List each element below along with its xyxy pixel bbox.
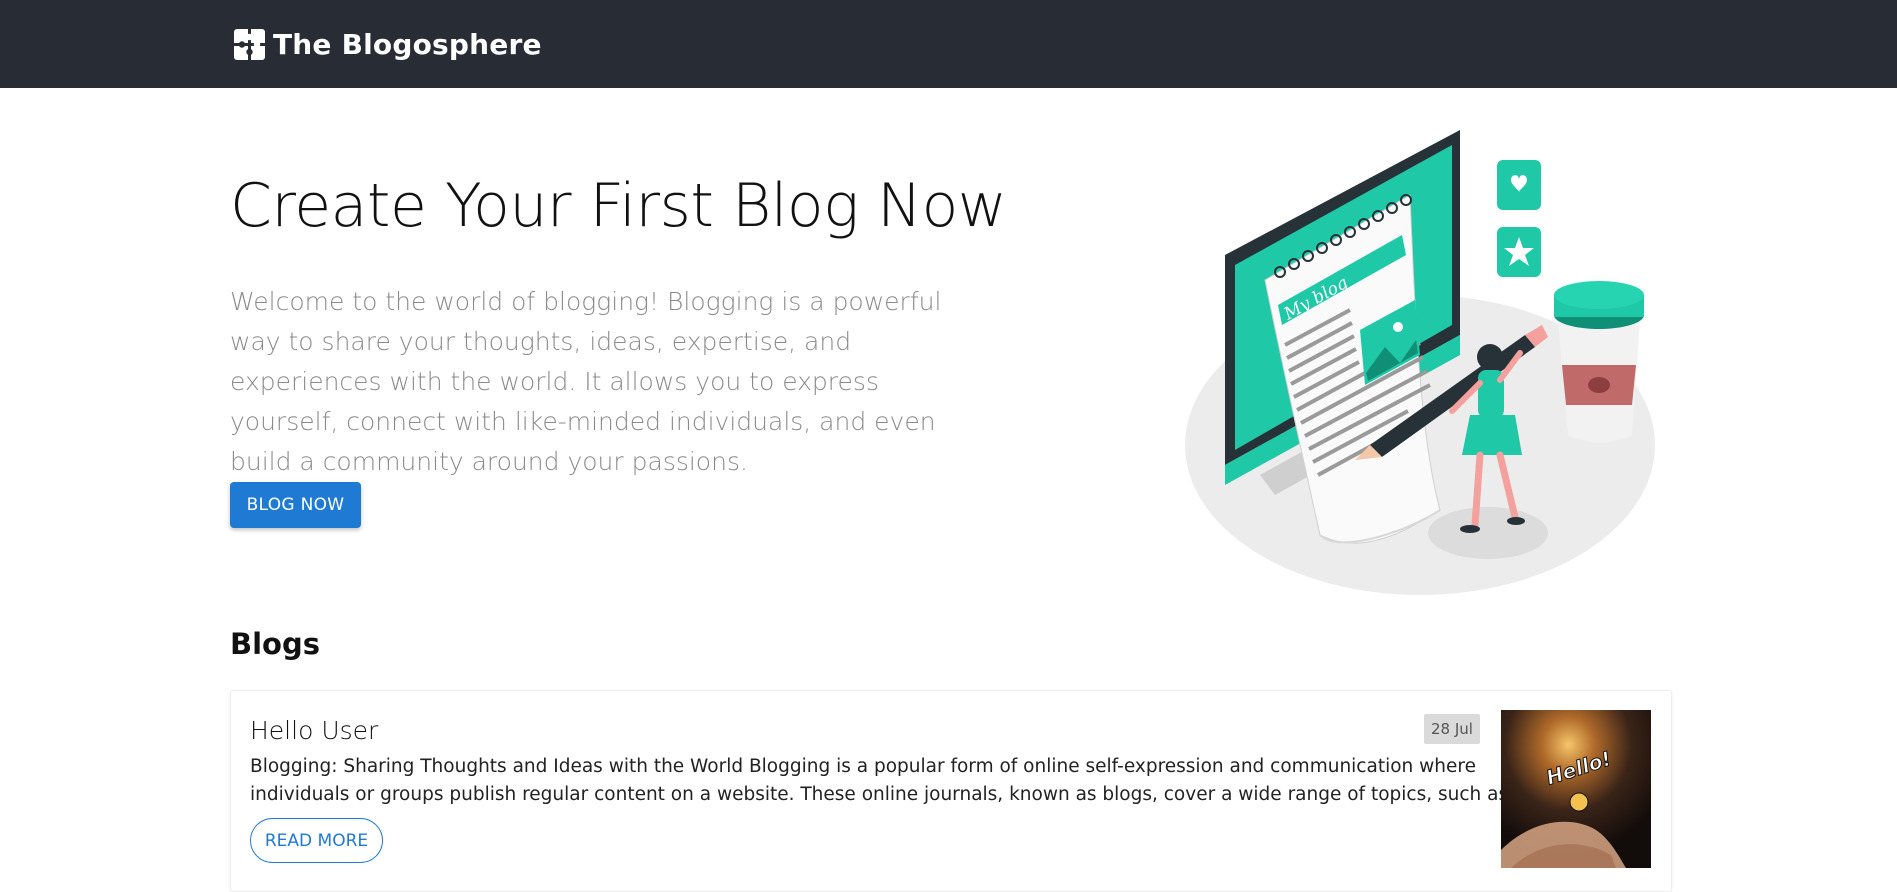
blog-excerpt-line-2: individuals or groups publish regular co… [250, 784, 1526, 805]
puzzle-logo-icon [234, 28, 265, 60]
blog-date-badge: 28 Jul [1424, 714, 1480, 744]
blogging-illustration: My blog [1185, 130, 1655, 595]
blog-now-button[interactable]: BLOG NOW [230, 482, 361, 528]
blog-excerpt-line-1: Blogging: Sharing Thoughts and Ideas wit… [250, 756, 1476, 777]
hero-lead: Welcome to the world of blogging! Bloggi… [230, 287, 942, 476]
blog-card-excerpt: Blogging: Sharing Thoughts and Ideas wit… [250, 753, 1526, 809]
navbar: The Blogosphere [0, 0, 1897, 88]
brand-name: The Blogosphere [273, 27, 542, 61]
hero-title: Create Your First Blog Now [230, 171, 1007, 241]
blog-card-title: Hello User [250, 716, 379, 745]
brand-link[interactable]: The Blogosphere [233, 26, 542, 62]
blog-thumbnail: Hello! [1501, 710, 1651, 868]
blog-card: Hello User 28 Jul Blogging: Sharing Thou… [230, 690, 1672, 892]
read-more-button[interactable]: READ MORE [250, 818, 383, 863]
blogs-section-title: Blogs [230, 627, 320, 661]
